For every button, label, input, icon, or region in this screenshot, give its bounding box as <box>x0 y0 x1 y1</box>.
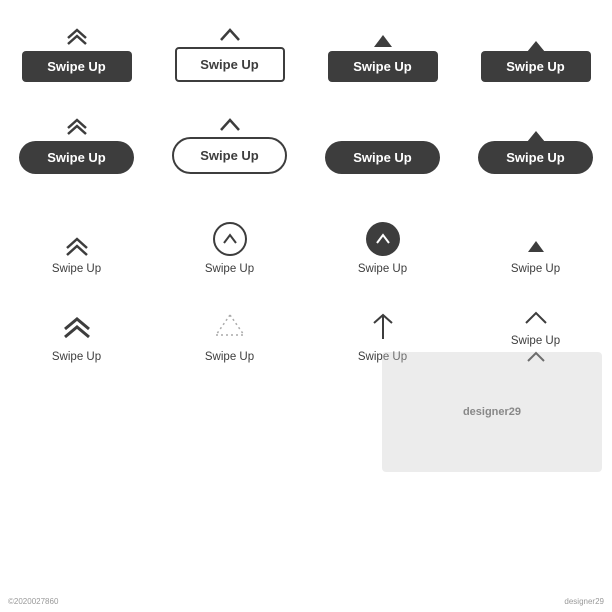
swipe-up-label-r3c4: Swipe Up <box>511 263 560 275</box>
triangle-notch-up-icon <box>374 35 392 47</box>
single-chevron-up-pill-icon <box>217 118 243 132</box>
swipe-up-label-r3c1: Swipe Up <box>52 263 101 275</box>
cell-r2c4: Swipe Up <box>459 108 612 184</box>
cell-r1c4: Swipe Up <box>459 18 612 92</box>
single-chevron-up-icon <box>217 28 243 42</box>
swipe-up-label-r3c3: Swipe Up <box>358 263 407 275</box>
cell-r3c2: Swipe Up <box>153 214 306 285</box>
cell-r1c1: Swipe Up <box>0 18 153 92</box>
swipe-up-btn-r2c1[interactable]: Swipe Up <box>19 141 134 174</box>
swipe-up-btn-r1c1[interactable]: Swipe Up <box>22 51 132 82</box>
cell-r1c2: Swipe Up <box>153 18 306 92</box>
swipe-up-btn-r1c3[interactable]: Swipe Up <box>328 51 438 82</box>
swipe-up-label-r4c4: Swipe Up <box>511 335 560 347</box>
cell-r1c3: Swipe Up <box>306 18 459 92</box>
cell-r2c1: Swipe Up <box>0 108 153 184</box>
swipe-up-btn-r1c4[interactable]: Swipe Up <box>481 51 591 82</box>
cell-r3c3: Swipe Up <box>306 214 459 285</box>
double-chevron-bold-icon <box>61 315 93 341</box>
watermark-left: ©2020027860 <box>8 597 58 606</box>
swipe-up-label-r4c2: Swipe Up <box>205 351 254 363</box>
swipe-up-btn-r1c2[interactable]: Swipe Up <box>175 47 285 82</box>
cell-r3c1: Swipe Up <box>0 214 153 285</box>
row-2: Swipe Up Swipe Up Swipe Up Swipe Up <box>0 92 612 184</box>
cell-r2c3: Swipe Up <box>306 108 459 184</box>
row-1: Swipe Up Swipe Up Swipe Up Swipe Up <box>0 0 612 92</box>
watermark-overlay: designer29 <box>382 352 602 472</box>
swipe-up-label-r3c2: Swipe Up <box>205 263 254 275</box>
thin-arrow-up-icon <box>372 313 394 341</box>
thin-chevron-stack-icon <box>523 311 549 325</box>
cell-r4c2: Swipe Up <box>153 303 306 373</box>
double-chevron-up-pill-icon <box>64 116 90 136</box>
swipe-up-btn-r2c3[interactable]: Swipe Up <box>325 141 440 174</box>
swipe-up-label-r4c1: Swipe Up <box>52 351 101 363</box>
cell-r4c1: Swipe Up <box>0 303 153 373</box>
dotted-arrow-icon <box>214 313 246 341</box>
circle-filled-chevron-icon <box>366 222 400 256</box>
circle-chevron-icon <box>213 222 247 256</box>
swipe-up-btn-r2c2[interactable]: Swipe Up <box>172 137 287 174</box>
double-chevron-up-icon <box>64 26 90 46</box>
tiny-triangle-icon <box>528 241 544 252</box>
cell-r2c2: Swipe Up <box>153 108 306 184</box>
double-chevron-lg-icon <box>62 234 92 258</box>
swipe-up-btn-r2c4[interactable]: Swipe Up <box>478 141 593 174</box>
triangle-on-button-icon <box>527 41 545 52</box>
row-3: Swipe Up Swipe Up Swipe Up Sw <box>0 184 612 285</box>
triangle-pill-icon <box>527 131 545 142</box>
cell-r3c4: Swipe Up <box>459 214 612 285</box>
watermark-right: designer29 <box>564 597 604 606</box>
